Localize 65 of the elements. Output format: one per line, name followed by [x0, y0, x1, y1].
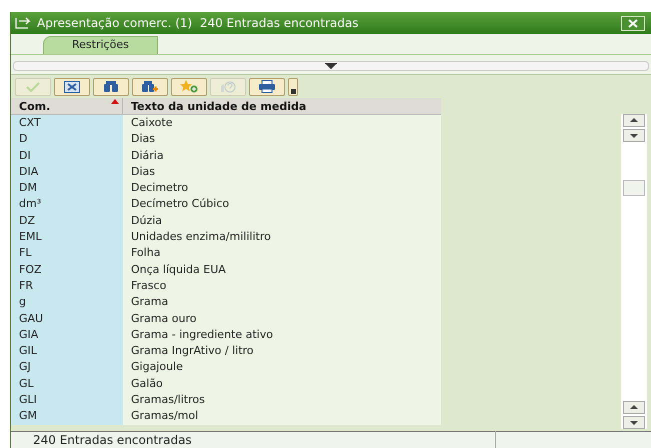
- table-cell: Grama ouro: [123, 310, 441, 327]
- table-cell: GIL: [11, 343, 123, 360]
- collapse-icon: [325, 63, 337, 69]
- help-icon: [219, 80, 237, 92]
- table-cell: DIA: [11, 164, 123, 180]
- check-icon: [26, 82, 40, 92]
- table-cell: Grama - ingrediente ativo: [123, 326, 441, 344]
- table-cell: Caixote: [123, 115, 441, 132]
- table-cell: Folha: [123, 245, 441, 262]
- table-cell: Dúzia: [123, 212, 441, 230]
- table-cell: DZ: [11, 212, 123, 230]
- table-cell: Grama IngrAtivo / litro: [123, 343, 441, 360]
- table-cell: GLI: [11, 392, 123, 408]
- table-cell: Diária: [123, 148, 441, 164]
- star-plus-icon: [180, 80, 198, 93]
- table-cell: Dias: [123, 131, 441, 148]
- scroll-up-icon: [623, 401, 645, 414]
- tab[interactable]: Restrições: [43, 36, 158, 54]
- table-cell: DI: [11, 148, 123, 164]
- table-cell: dm³: [11, 196, 123, 213]
- status-text: 240 Entradas encontradas: [11, 431, 496, 448]
- table-cell: GL: [11, 376, 123, 392]
- scroll-down-icon: [623, 416, 645, 429]
- binoculars-plus-icon: [141, 80, 159, 92]
- toolbar-button[interactable]: [132, 78, 168, 96]
- printer-icon: [258, 80, 276, 93]
- table-cell: Gigajoule: [123, 359, 441, 376]
- table-cell: GM: [11, 408, 123, 425]
- toolbar-button[interactable]: [54, 78, 90, 96]
- table-cell: DM: [11, 180, 123, 196]
- table-cell: Frasco: [123, 278, 441, 294]
- table-cell: FR: [11, 278, 123, 294]
- table-cell: GAU: [11, 310, 123, 327]
- table-cell: FL: [11, 245, 123, 262]
- table-cell: GJ: [11, 359, 123, 376]
- table-cell: Gramas/mol: [123, 408, 441, 425]
- close-button[interactable]: [621, 16, 645, 30]
- close-icon: [64, 80, 80, 92]
- table-cell: EML: [11, 229, 123, 246]
- column-header[interactable]: Com.: [11, 98, 123, 114]
- table-cell: Decímetro Cúbico: [123, 196, 441, 213]
- table-cell: Decimetro: [123, 180, 441, 196]
- window-title: Apresentação comerc. (1) 240 Entradas encontradas: [37, 15, 360, 32]
- column-header[interactable]: Texto da unidade de medida: [123, 98, 441, 114]
- table-cell: Galão: [123, 376, 441, 392]
- table-cell: g: [11, 294, 123, 311]
- table-cell: CXT: [11, 115, 123, 132]
- table-cell: D: [11, 131, 123, 148]
- close-icon: [628, 18, 638, 28]
- scroll-up-icon: [623, 114, 645, 127]
- table-cell: Onça líquida EUA: [123, 262, 441, 278]
- toolbar-button[interactable]: [249, 78, 285, 96]
- scroll-thumb-icon: [623, 180, 645, 196]
- table-cell: GIA: [11, 326, 123, 344]
- scroll-down-icon: [623, 129, 645, 142]
- table-cell: Grama: [123, 294, 441, 311]
- toolbar-button[interactable]: [288, 78, 298, 96]
- table-cell: Dias: [123, 164, 441, 180]
- table-cell: Unidades enzima/mililitro: [123, 229, 441, 246]
- binoculars-icon: [103, 80, 119, 92]
- toolbar-button[interactable]: [93, 78, 129, 96]
- table-cell: Gramas/litros: [123, 392, 441, 408]
- scrollbar[interactable]: [621, 114, 647, 429]
- table-cell: FOZ: [11, 262, 123, 278]
- window-icon: [15, 17, 33, 29]
